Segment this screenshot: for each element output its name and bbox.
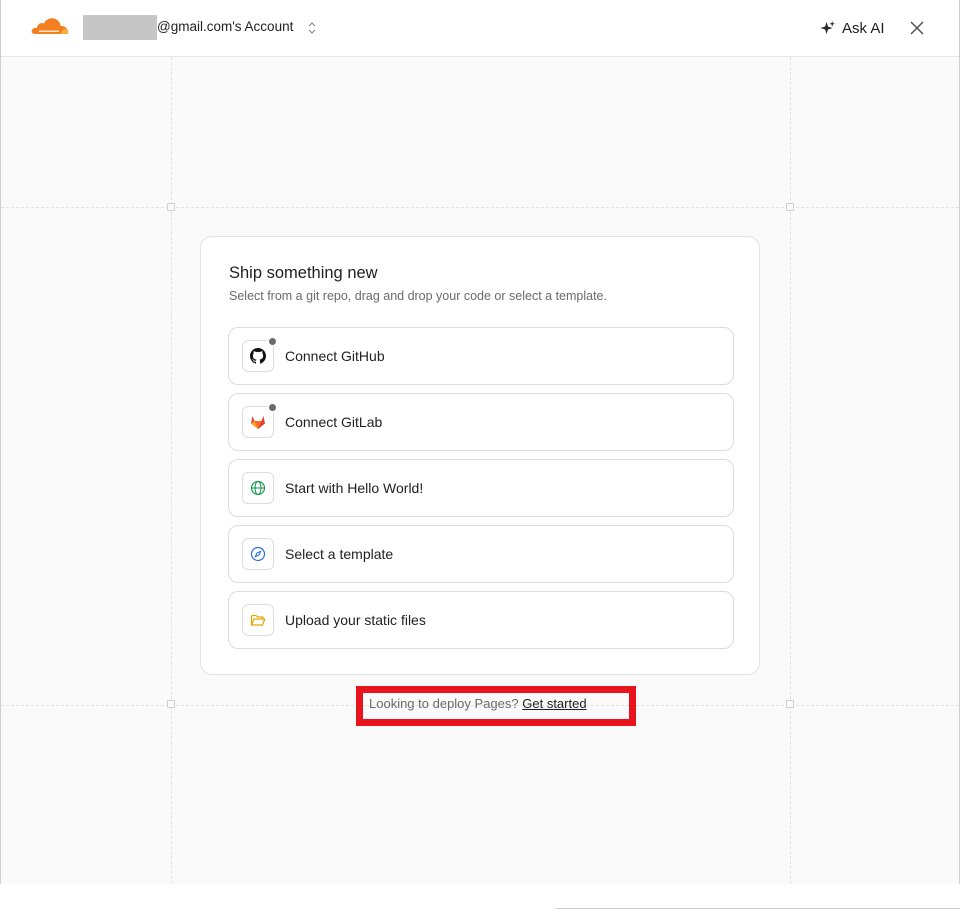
divider-line xyxy=(556,908,960,909)
ship-something-new-card: Ship something new Select from a git rep… xyxy=(200,236,760,675)
card-subtitle: Select from a git repo, drag and drop yo… xyxy=(229,289,607,303)
option-icon-box xyxy=(242,472,274,504)
guide-corner-dot xyxy=(786,203,794,211)
globe-icon xyxy=(250,480,266,496)
github-icon xyxy=(250,348,266,364)
card-title: Ship something new xyxy=(229,264,378,282)
guide-corner-dot xyxy=(786,700,794,708)
hello-world-option[interactable]: Start with Hello World! xyxy=(228,459,734,517)
pages-prompt-text: Looking to deploy Pages? xyxy=(369,696,519,711)
top-bar: @gmail.com's Account Ask AI xyxy=(1,0,959,57)
guide-line-left xyxy=(171,57,172,884)
compass-icon xyxy=(250,546,266,562)
deploy-pages-hint: Looking to deploy Pages? Get started xyxy=(369,696,587,711)
status-dot xyxy=(268,337,277,346)
get-started-link[interactable]: Get started xyxy=(522,696,586,711)
account-switcher-label[interactable]: @gmail.com's Account xyxy=(157,19,293,34)
sparkle-icon xyxy=(820,20,836,34)
connect-github-option[interactable]: Connect GitHub xyxy=(228,327,734,385)
gitlab-icon xyxy=(251,416,265,429)
select-template-option[interactable]: Select a template xyxy=(228,525,734,583)
ask-ai-label: Ask AI xyxy=(842,19,885,37)
ask-ai-button[interactable]: Ask AI xyxy=(819,17,885,39)
option-icon-box xyxy=(242,403,277,438)
option-label: Select a template xyxy=(285,546,394,562)
guide-line-right xyxy=(790,57,791,884)
guide-corner-dot xyxy=(167,700,175,708)
option-icon-box xyxy=(242,538,274,570)
account-name-redacted xyxy=(83,15,157,40)
cloudflare-logo[interactable] xyxy=(31,16,69,36)
chevron-up-down-icon[interactable] xyxy=(306,20,318,36)
option-label: Connect GitHub xyxy=(285,348,385,364)
app-window: @gmail.com's Account Ask AI Ship somethi… xyxy=(0,0,960,884)
option-label: Connect GitLab xyxy=(285,414,383,430)
option-label: Upload your static files xyxy=(285,612,426,628)
connect-gitlab-option[interactable]: Connect GitLab xyxy=(228,393,734,451)
option-icon-box xyxy=(242,337,277,372)
option-label: Start with Hello World! xyxy=(285,480,424,496)
status-dot xyxy=(268,403,277,412)
folder-icon xyxy=(250,614,266,626)
upload-static-files-option[interactable]: Upload your static files xyxy=(228,591,734,649)
guide-line-top xyxy=(1,207,959,208)
close-icon[interactable] xyxy=(907,18,927,38)
lower-blank-area xyxy=(0,884,960,910)
option-icon-box xyxy=(242,604,274,636)
guide-corner-dot xyxy=(167,203,175,211)
